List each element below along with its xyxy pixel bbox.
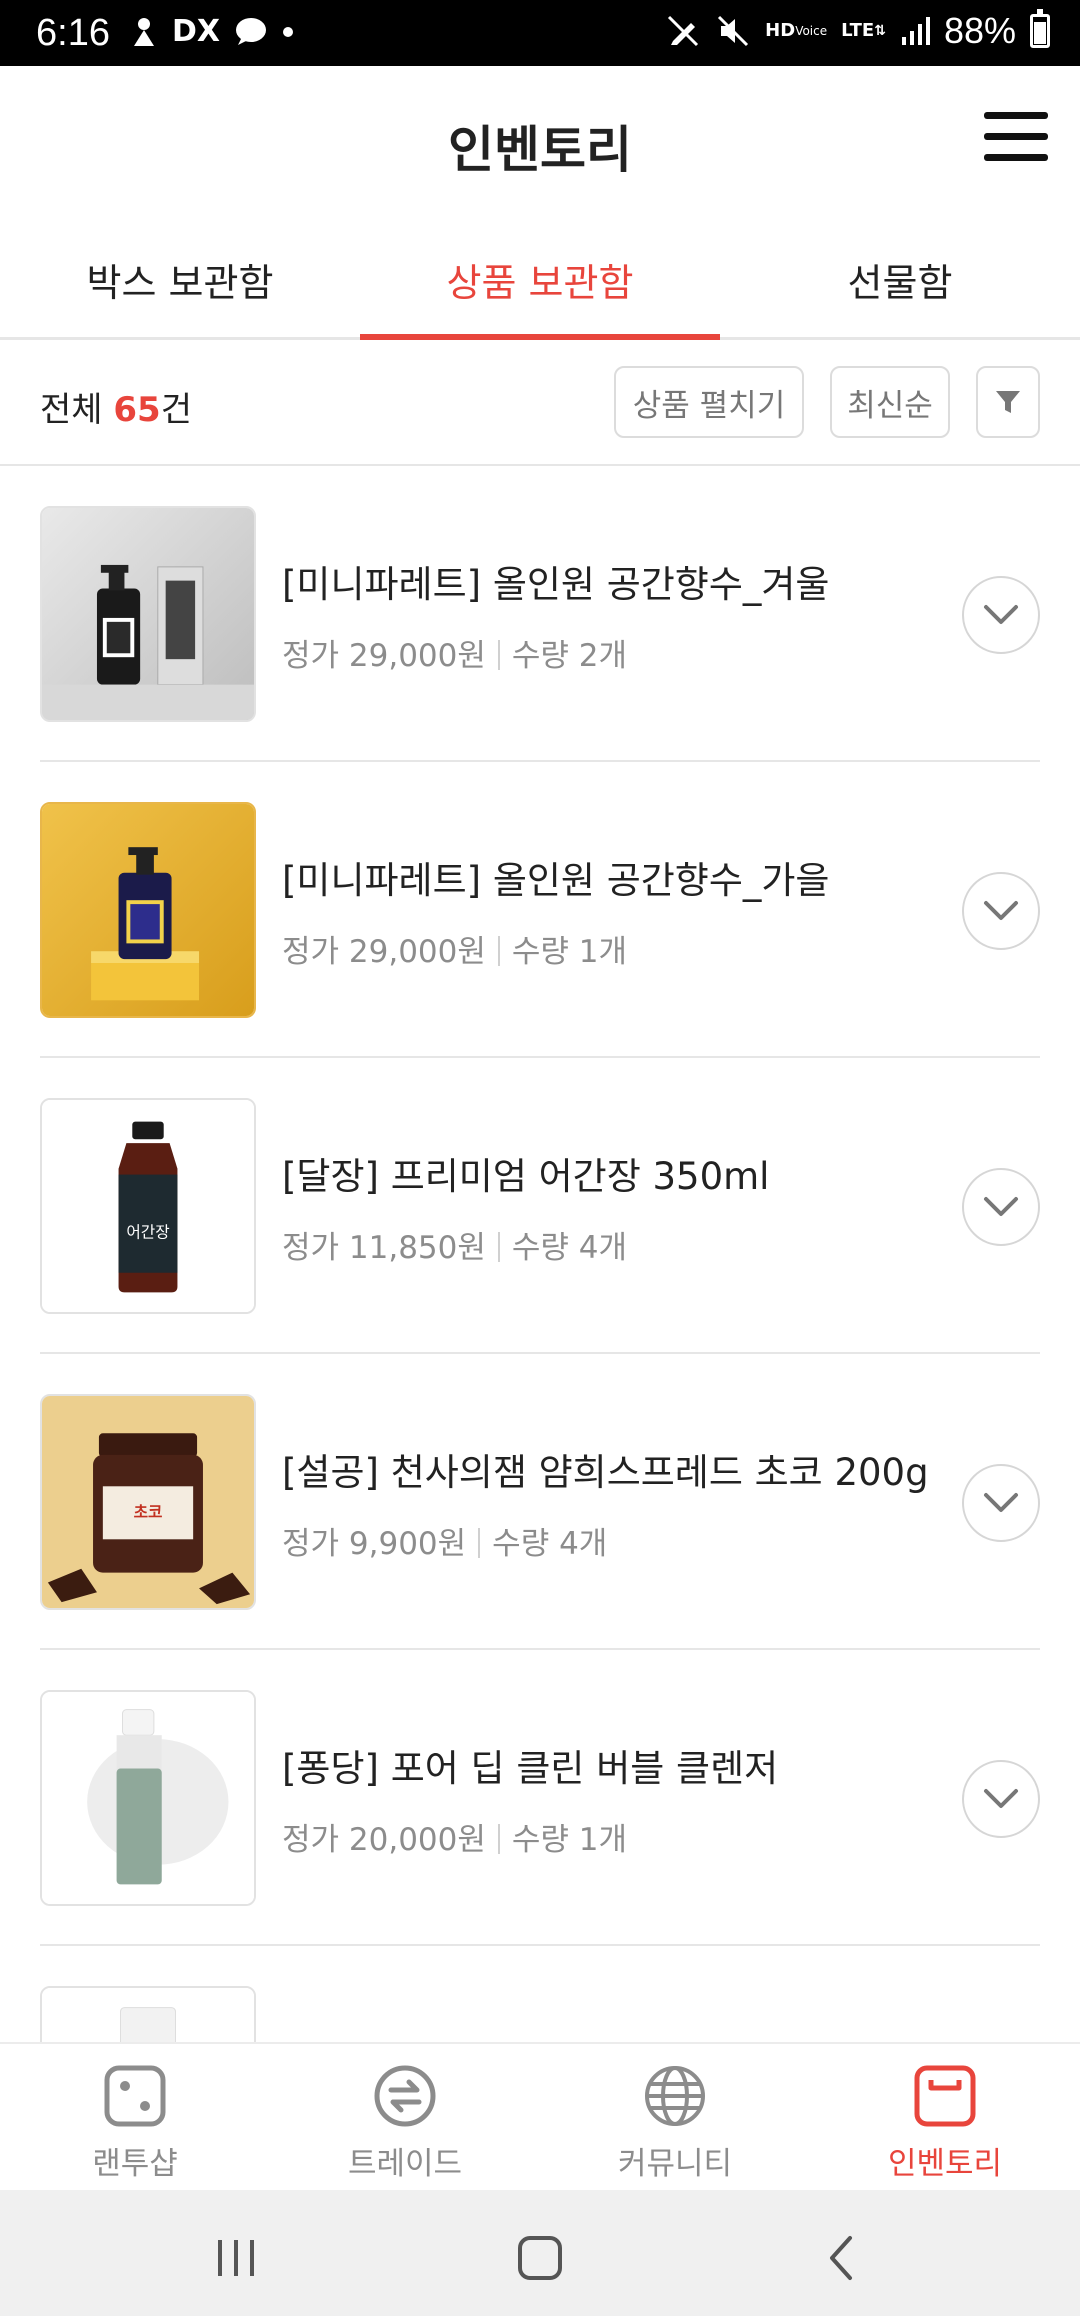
expand-item-button[interactable] [962, 1168, 1040, 1246]
expand-item-button[interactable] [962, 872, 1040, 950]
product-price: 정가 29,000원 [282, 638, 486, 674]
product-meta: 정가 9,900원 수량 4개 [282, 1518, 607, 1563]
sort-button[interactable]: 최신순 [830, 366, 950, 438]
mute-icon [715, 13, 751, 49]
status-time: 6:16 [36, 12, 110, 54]
status-bar: 6:16 DX HD Voice LTE ⇅ 88% [0, 0, 1080, 66]
total-count-prefix: 전체 [40, 390, 114, 430]
globe-icon [645, 2066, 705, 2126]
dot-icon [282, 26, 294, 38]
expand-products-button[interactable]: 상품 펼치기 [614, 366, 804, 438]
product-item[interactable]: [미니파레트] 올인원 공간향수_겨울 정가 29,000원 수량 2개 [40, 466, 1040, 762]
expand-item-button[interactable] [962, 1464, 1040, 1542]
inventory-box-icon [914, 2065, 976, 2127]
product-name: [퐁당] 포어 딥 클린 버블 클렌저 [282, 1747, 779, 1790]
nav-item-shop[interactable]: 랜투샵 [0, 2044, 270, 2190]
filter-icon [996, 391, 1020, 413]
list-toolbar: 전체 65건 상품 펼치기 최신순 [0, 340, 1080, 466]
product-list: [미니파레트] 올인원 공간향수_겨울 정가 29,000원 수량 2개 [미니파… [0, 466, 1080, 2042]
product-name: [달장] 프리미엄 어간장 350ml [282, 1155, 770, 1198]
divider [497, 640, 500, 670]
home-icon[interactable] [510, 2228, 570, 2288]
product-item[interactable]: 어간장 [달장] 프리미엄 어간장 350ml 정가 11,850원 수량 4개 [40, 1058, 1040, 1354]
dx-icon: DX [172, 14, 221, 49]
total-count-suffix: 건 [160, 390, 192, 430]
product-item-partial[interactable] [40, 1946, 1040, 2042]
chevron-down-icon [984, 605, 1018, 624]
product-price: 정가 29,000원 [282, 934, 486, 970]
product-quantity: 수량 1개 [511, 934, 628, 970]
app-header: 인벤토리 [0, 66, 1080, 216]
no-write-icon [665, 13, 701, 49]
battery-icon [1030, 9, 1050, 48]
nav-label: 커뮤니티 [617, 2146, 733, 2182]
product-quantity: 수량 1개 [511, 1822, 628, 1858]
nav-item-trade[interactable]: 트레이드 [270, 2044, 540, 2190]
chat-bubble-icon [234, 17, 268, 47]
product-thumbnail-choco-spread: 초코 [40, 1394, 256, 1610]
back-icon[interactable] [812, 2228, 872, 2288]
product-item[interactable]: [미니파레트] 올인원 공간향수_가을 정가 29,000원 수량 1개 [40, 762, 1040, 1058]
product-thumbnail-perfume-winter [40, 506, 256, 722]
chevron-down-icon [984, 1789, 1018, 1808]
tab-gift-box[interactable]: 선물함 [720, 216, 1080, 337]
status-left-icons: DX [130, 14, 294, 49]
status-right-icons: HD Voice LTE ⇅ 88% [665, 9, 1050, 52]
divider [497, 1232, 500, 1262]
product-price: 정가 9,900원 [282, 1526, 467, 1562]
product-price: 정가 11,850원 [282, 1230, 486, 1266]
product-quantity: 수량 4개 [492, 1526, 608, 1562]
nav-label: 인벤토리 [887, 2146, 1003, 2182]
product-price: 정가 20,000원 [282, 1822, 486, 1858]
nav-label: 트레이드 [347, 2146, 463, 2182]
tab-box-storage[interactable]: 박스 보관함 [0, 216, 360, 337]
nav-label: 랜투샵 [92, 2146, 178, 2182]
expand-item-button[interactable] [962, 576, 1040, 654]
product-meta: 정가 20,000원 수량 1개 [282, 1814, 627, 1859]
expand-item-button[interactable] [962, 1760, 1040, 1838]
product-name: [미니파레트] 올인원 공간향수_겨울 [282, 563, 830, 606]
product-meta: 정가 29,000원 수량 2개 [282, 630, 627, 675]
nav-item-inventory[interactable]: 인벤토리 [810, 2044, 1080, 2190]
signal-icon [900, 15, 930, 47]
product-quantity: 수량 4개 [511, 1230, 628, 1266]
divider [497, 1824, 500, 1854]
product-name: [설공] 천사의잼 얌희스프레드 초코 200g [282, 1451, 929, 1494]
divider [478, 1528, 481, 1558]
chevron-down-icon [984, 901, 1018, 920]
product-thumbnail-cleanser [40, 1690, 256, 1906]
product-thumbnail-soy-sauce: 어간장 [40, 1098, 256, 1314]
svg-text:어간장: 어간장 [126, 1222, 169, 1241]
filter-button[interactable] [976, 366, 1040, 438]
dice-icon [104, 2065, 166, 2127]
lte-icon: LTE ⇅ [841, 20, 886, 41]
total-count-value: 65 [113, 390, 161, 430]
chevron-down-icon [984, 1493, 1018, 1512]
inventory-tabs: 박스 보관함 상품 보관함 선물함 [0, 216, 1080, 340]
product-item[interactable]: [퐁당] 포어 딥 클린 버블 클렌저 정가 20,000원 수량 1개 [40, 1650, 1040, 1946]
battery-percent: 88% [943, 10, 1016, 51]
menu-icon[interactable] [984, 104, 1048, 170]
svg-text:초코: 초코 [134, 1503, 163, 1522]
divider [497, 936, 500, 966]
page-title: 인벤토리 [448, 121, 632, 179]
product-quantity: 수량 2개 [511, 638, 628, 674]
product-item[interactable]: 초코 [설공] 천사의잼 얌희스프레드 초코 200g 정가 9,900원 수량 … [40, 1354, 1040, 1650]
hd-voice-icon: HD Voice [765, 20, 828, 41]
total-count: 전체 65건 [40, 382, 192, 431]
dolby-icon [130, 16, 158, 48]
product-meta: 정가 11,850원 수량 4개 [282, 1222, 627, 1267]
bottom-nav: 랜투샵 트레이드 커뮤니티 인벤토리 [0, 2042, 1080, 2190]
product-thumbnail-partial [40, 1986, 256, 2042]
trade-arrows-icon [374, 2065, 436, 2127]
product-thumbnail-perfume-autumn [40, 802, 256, 1018]
tab-product-storage[interactable]: 상품 보관함 [360, 216, 720, 340]
system-nav-bar [0, 2190, 1080, 2316]
nav-item-community[interactable]: 커뮤니티 [540, 2044, 810, 2190]
product-name: [미니파레트] 올인원 공간향수_가을 [282, 859, 830, 902]
recent-apps-icon[interactable] [206, 2228, 266, 2288]
product-meta: 정가 29,000원 수량 1개 [282, 926, 627, 971]
chevron-down-icon [984, 1197, 1018, 1216]
